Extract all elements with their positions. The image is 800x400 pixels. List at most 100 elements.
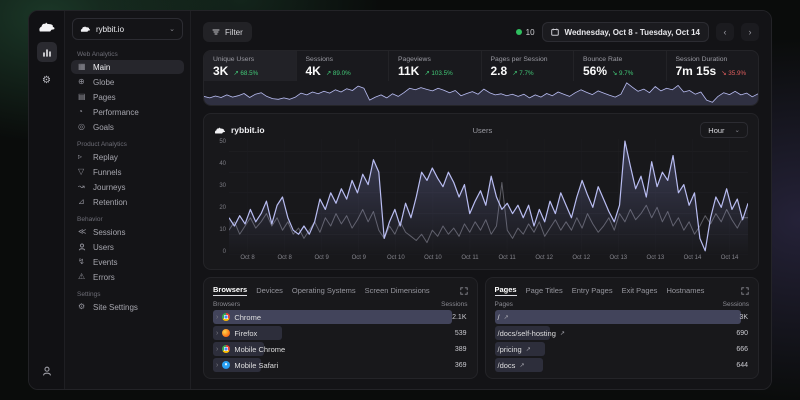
tab-page-titles[interactable]: Page Titles <box>526 286 563 295</box>
row-label: /pricing <box>498 345 522 354</box>
sidebar: rybbit.io ⌄ Web Analytics ▦Main⊕Globe▤Pag… <box>65 11 191 389</box>
sidebar-item-errors[interactable]: ⚠Errors <box>71 270 184 284</box>
trend-up-icon: ↗ 68.5% <box>233 70 258 77</box>
table-row[interactable]: /docs↗644 <box>495 358 750 372</box>
filter-button[interactable]: Filter <box>203 22 252 42</box>
date-next-button[interactable]: › <box>741 23 759 41</box>
table-header: PagesSessions <box>495 301 750 308</box>
tab-hostnames[interactable]: Hostnames <box>666 286 704 295</box>
sidebar-item-users[interactable]: Users <box>71 240 184 254</box>
rybbit-logo-icon <box>80 25 91 33</box>
user-icon[interactable] <box>37 361 57 381</box>
gear-icon[interactable]: ⚙ <box>37 70 57 90</box>
table-row[interactable]: ›Mobile Safari369 <box>213 358 468 372</box>
chart-plot <box>229 139 748 255</box>
chart-metric-label: Users <box>265 126 701 135</box>
trend-down-icon: ↘ 9.7% <box>612 70 633 77</box>
granularity-select[interactable]: Hour ⌄ <box>700 122 748 138</box>
row-content: /docs↗ <box>495 361 737 370</box>
sidebar-item-journeys[interactable]: ↝Journeys <box>71 180 184 194</box>
table-row[interactable]: /docs/self-hosting↗690 <box>495 326 750 340</box>
sidebar-item-events[interactable]: ↯Events <box>71 255 184 269</box>
stat-label: Unique Users <box>213 56 287 63</box>
chevron-right-icon: › <box>216 346 218 353</box>
sidebar-item-performance[interactable]: ◔Performance <box>71 105 184 119</box>
row-content: ›Mobile Chrome <box>213 345 455 354</box>
stat-tiles: Unique Users3K↗ 68.5%Sessions4K↗ 89.0%Pa… <box>204 51 758 81</box>
stat-tile-sessions[interactable]: Sessions4K↗ 89.0% <box>296 51 389 81</box>
row-content: /docs/self-hosting↗ <box>495 329 737 338</box>
stat-label: Session Duration <box>676 56 750 63</box>
stat-tile-session-duration[interactable]: Session Duration7m 15s ↘ 35.9% <box>666 51 759 81</box>
analytics-icon[interactable] <box>37 42 57 62</box>
pages-panel: Pages Page Titles Entry Pages Exit Pages Hos… <box>485 277 760 379</box>
row-content: ›Chrome <box>213 313 452 322</box>
x-tick-label: Oct 11 <box>451 255 488 265</box>
topbar-right: 10 Wednesday, Oct 8 - Tuesday, Oct 14 ‹ … <box>516 22 759 42</box>
x-tick-label: Oct 13 <box>600 255 637 265</box>
row-label: / <box>498 313 500 322</box>
sidebar-item-site-settings[interactable]: ⚙Site Settings <box>71 300 184 314</box>
site-selector[interactable]: rybbit.io ⌄ <box>72 18 183 40</box>
row-label: Firefox <box>234 329 257 338</box>
table-row[interactable]: ›Mobile Chrome389 <box>213 342 468 356</box>
external-link-icon[interactable]: ↗ <box>560 330 565 337</box>
expand-icon[interactable] <box>460 287 468 295</box>
table-row[interactable]: ›Chrome2.1K <box>213 310 468 324</box>
section-label: Behavior <box>77 216 178 223</box>
stat-label: Sessions <box>306 56 380 63</box>
table-row[interactable]: /↗3K <box>495 310 750 324</box>
sidebar-item-retention[interactable]: ⊿ Retention <box>71 195 184 209</box>
tab-exit-pages[interactable]: Exit Pages <box>622 286 658 295</box>
external-link-icon[interactable]: ↗ <box>526 346 531 353</box>
expand-icon[interactable] <box>741 287 749 295</box>
sidebar-item-funnels[interactable]: ▽Funnels <box>71 165 184 179</box>
table-row[interactable]: /pricing↗666 <box>495 342 750 356</box>
external-link-icon[interactable]: ↗ <box>519 362 524 369</box>
chevron-right-icon: › <box>216 314 218 321</box>
stat-tile-pages-per-session[interactable]: Pages per Session2.8↗ 7.7% <box>481 51 574 81</box>
row-value: 369 <box>455 362 468 369</box>
x-tick-label: Oct 10 <box>377 255 414 265</box>
table-rows: /↗3K/docs/self-hosting↗690/pricing↗666/d… <box>495 310 750 372</box>
tab-devices[interactable]: Devices <box>256 286 283 295</box>
sidebar-item-replay[interactable]: ▹Replay <box>71 150 184 164</box>
sidebar-item-goals[interactable]: ◎Goals <box>71 120 184 134</box>
x-tick-label: Oct 14 <box>711 255 748 265</box>
stat-value: 7m 15s <box>676 64 717 78</box>
x-tick-label: Oct 13 <box>637 255 674 265</box>
sidebar-item-label: Retention <box>93 198 127 207</box>
stat-tile-unique-users[interactable]: Unique Users3K↗ 68.5% <box>204 51 296 81</box>
section-label: Web Analytics <box>77 51 178 58</box>
chart-body: 50403020100 <box>214 139 748 255</box>
stat-tile-bounce-rate[interactable]: Bounce Rate56%↘ 9.7% <box>573 51 666 81</box>
sidebar-item-main[interactable]: ▦Main <box>71 60 184 74</box>
chart-site: rybbit.io <box>214 125 265 135</box>
safari-icon <box>222 361 230 369</box>
date-range-button[interactable]: Wednesday, Oct 8 - Tuesday, Oct 14 <box>542 22 709 42</box>
panel-tabs: Pages Page Titles Entry Pages Exit Pages Hos… <box>495 284 750 297</box>
tab-pages[interactable]: Pages <box>495 285 517 296</box>
stats-sparkline <box>204 81 758 105</box>
stat-label: Bounce Rate <box>583 56 657 63</box>
tab-entry-pages[interactable]: Entry Pages <box>572 286 613 295</box>
retention-icon: ⊿ <box>78 198 87 206</box>
tab-screen-dimensions[interactable]: Screen Dimensions <box>365 286 430 295</box>
date-prev-button[interactable]: ‹ <box>716 23 734 41</box>
y-tick-label: 20 <box>214 205 226 211</box>
chevron-down-icon: ⌄ <box>735 126 740 134</box>
sidebar-item-sessions[interactable]: ≪Sessions <box>71 225 184 239</box>
trend-down-icon: ↘ 35.9% <box>721 70 746 77</box>
y-tick-label: 50 <box>214 139 226 145</box>
stat-tile-pageviews[interactable]: Pageviews11K↗ 103.5% <box>388 51 481 81</box>
tab-browsers[interactable]: Browsers <box>213 285 247 296</box>
external-link-icon[interactable]: ↗ <box>504 314 509 321</box>
chrome-icon <box>222 313 230 321</box>
users-line-chart <box>229 139 748 255</box>
sidebar-item-globe[interactable]: ⊕Globe <box>71 75 184 89</box>
x-axis: Oct 8Oct 8Oct 9Oct 9Oct 10Oct 10Oct 11Oc… <box>229 255 748 265</box>
stat-value: 4K <box>306 64 321 78</box>
sidebar-item-pages[interactable]: ▤Pages <box>71 90 184 104</box>
tab-operating-systems[interactable]: Operating Systems <box>292 286 356 295</box>
table-row[interactable]: ›Firefox539 <box>213 326 468 340</box>
